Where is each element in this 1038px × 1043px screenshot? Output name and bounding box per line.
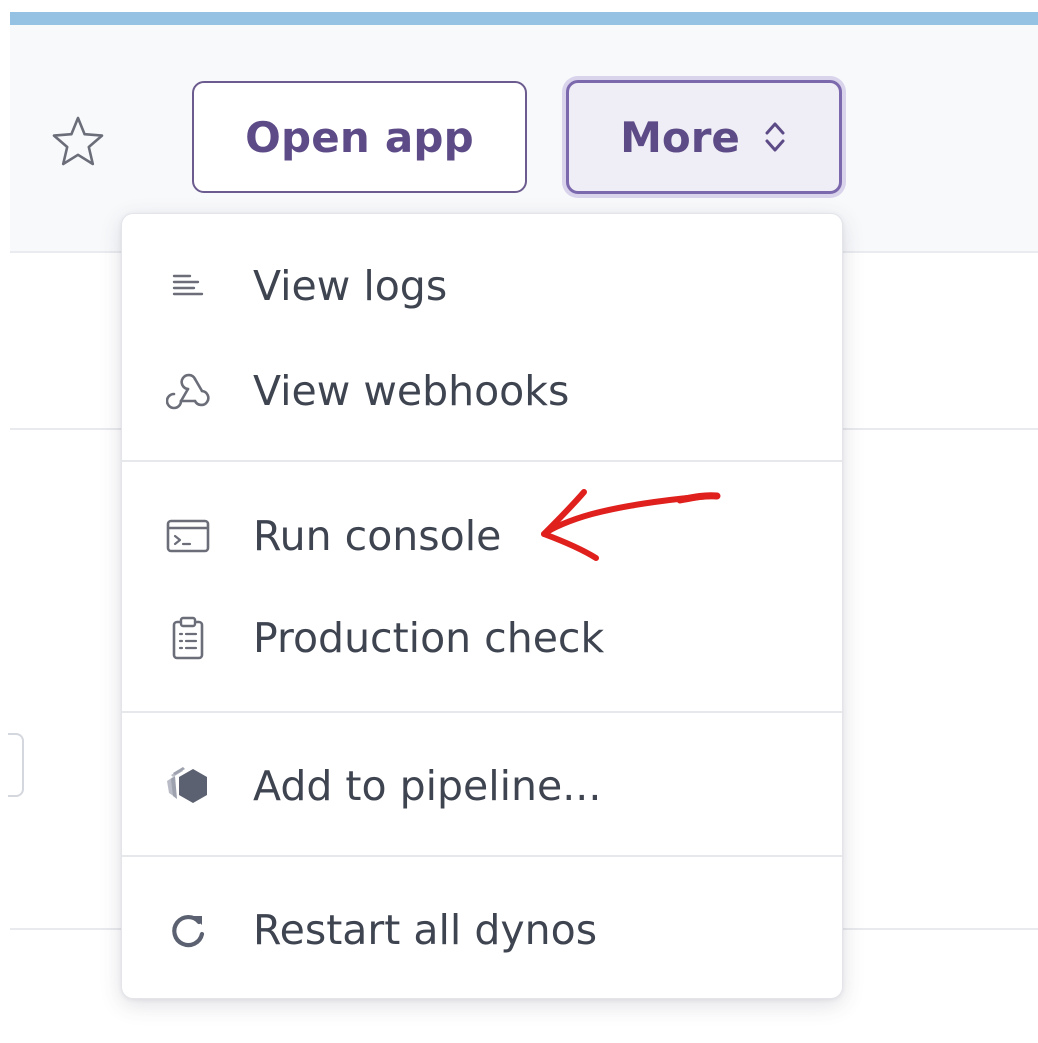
menu-item-label: View webhooks <box>253 367 570 415</box>
menu-item-label: Production check <box>253 614 605 662</box>
hand-drawn-arrow-annotation <box>541 489 721 561</box>
menu-item-label: View logs <box>253 262 448 310</box>
partial-button[interactable] <box>8 733 24 797</box>
more-label: More <box>620 112 740 162</box>
logs-icon <box>160 258 216 314</box>
menu-item-production-check[interactable]: Production check <box>122 598 842 678</box>
console-icon <box>160 508 216 564</box>
menu-item-view-logs[interactable]: View logs <box>122 246 842 326</box>
clipboard-icon <box>160 610 216 666</box>
webhooks-icon <box>160 363 216 419</box>
restart-icon <box>160 902 216 958</box>
menu-item-view-webhooks[interactable]: View webhooks <box>122 351 842 431</box>
star-icon[interactable] <box>50 114 106 170</box>
top-strip <box>0 0 1038 10</box>
open-app-button[interactable]: Open app <box>192 81 527 193</box>
menu-item-label: Run console <box>253 512 502 560</box>
more-button[interactable]: More <box>566 80 842 194</box>
top-accent-bar <box>10 12 1038 25</box>
open-app-label: Open app <box>245 112 474 162</box>
pipeline-icon <box>160 758 216 814</box>
menu-divider <box>122 711 842 713</box>
menu-divider <box>122 855 842 857</box>
chevron-up-down-icon <box>765 122 785 152</box>
menu-item-label: Add to pipeline... <box>253 762 602 810</box>
menu-item-label: Restart all dynos <box>253 906 598 954</box>
menu-divider <box>122 460 842 462</box>
more-dropdown-menu: View logs View webhooks Run console Prod… <box>121 213 843 999</box>
menu-item-restart-all-dynos[interactable]: Restart all dynos <box>122 890 842 970</box>
menu-item-add-to-pipeline[interactable]: Add to pipeline... <box>122 746 842 826</box>
